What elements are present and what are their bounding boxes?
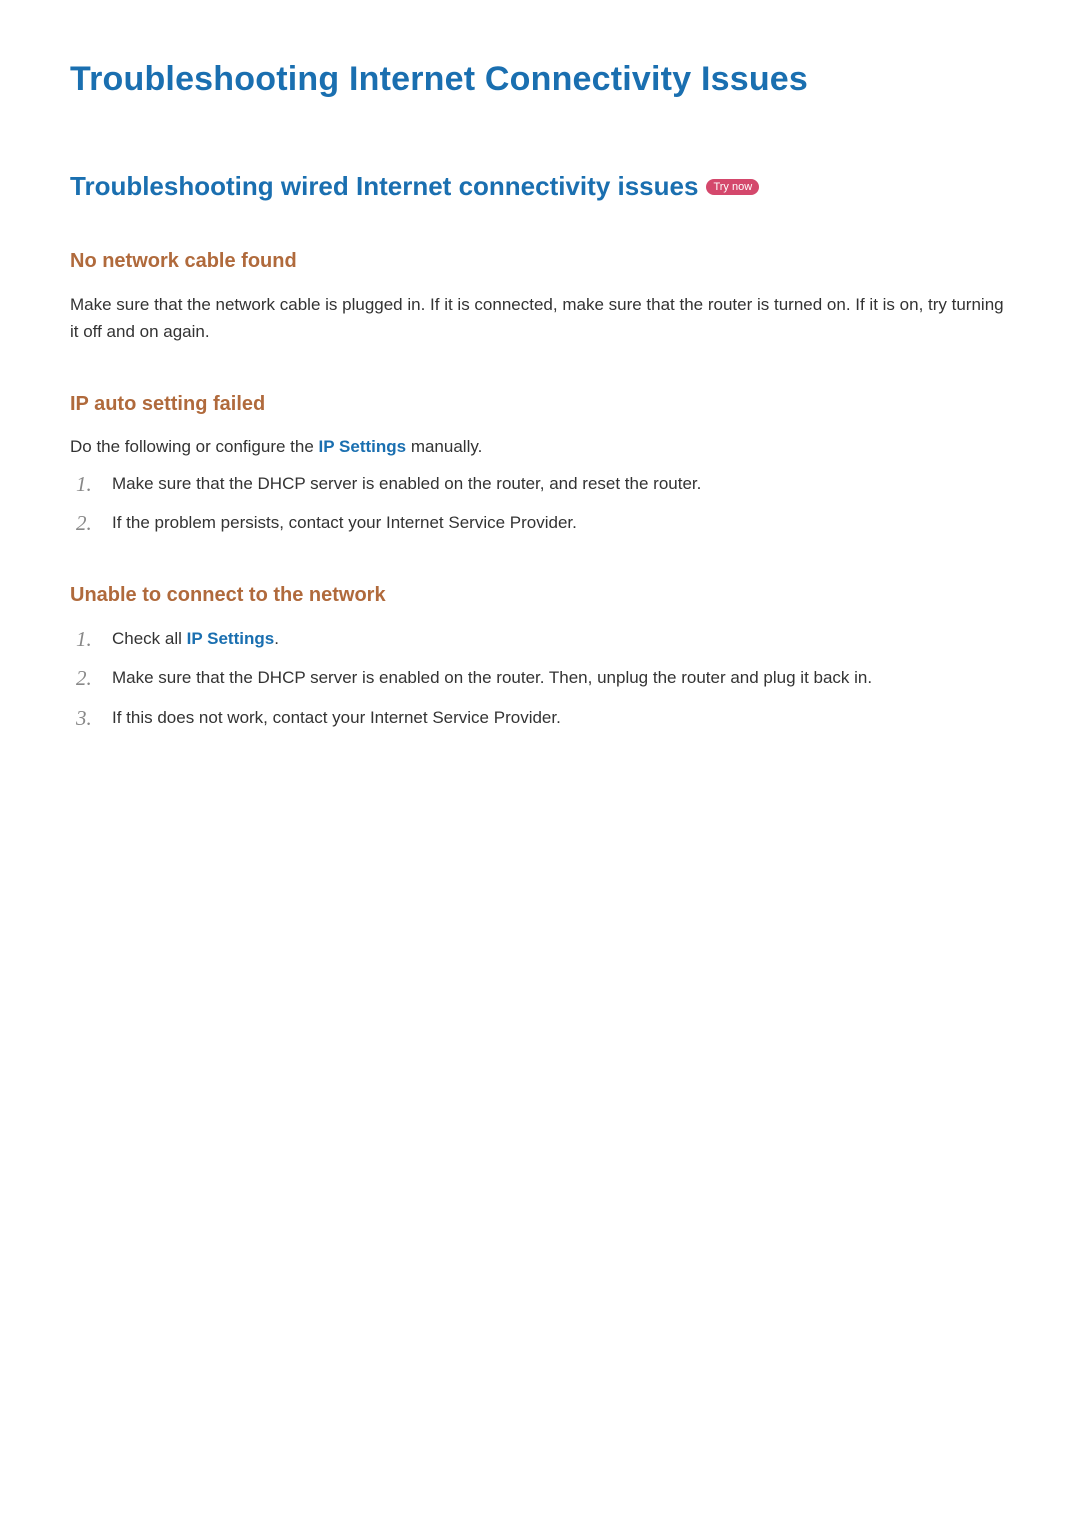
list-item: If the problem persists, contact your In… bbox=[76, 509, 1010, 536]
item1-post: . bbox=[274, 629, 279, 648]
list-item: Check all IP Settings. bbox=[76, 625, 1010, 652]
section-title-text: Troubleshooting wired Internet connectiv… bbox=[70, 171, 698, 202]
list-ip-auto: Make sure that the DHCP server is enable… bbox=[70, 470, 1010, 536]
block-ip-auto: IP auto setting failed Do the following … bbox=[70, 393, 1010, 536]
block-no-cable: No network cable found Make sure that th… bbox=[70, 250, 1010, 345]
intro-post: manually. bbox=[406, 437, 482, 456]
ip-settings-link[interactable]: IP Settings bbox=[187, 629, 275, 648]
body-text-no-cable: Make sure that the network cable is plug… bbox=[70, 291, 1010, 345]
list-item: Make sure that the DHCP server is enable… bbox=[76, 470, 1010, 497]
intro-pre: Do the following or configure the bbox=[70, 437, 319, 456]
block-unable-connect: Unable to connect to the network Check a… bbox=[70, 584, 1010, 731]
list-item: If this does not work, contact your Inte… bbox=[76, 704, 1010, 731]
ip-settings-link[interactable]: IP Settings bbox=[319, 437, 407, 456]
list-item: Make sure that the DHCP server is enable… bbox=[76, 664, 1010, 691]
sub-heading-ip-auto: IP auto setting failed bbox=[70, 393, 1010, 416]
sub-heading-unable-connect: Unable to connect to the network bbox=[70, 584, 1010, 607]
item1-pre: Check all bbox=[112, 629, 187, 648]
page-title: Troubleshooting Internet Connectivity Is… bbox=[70, 60, 1010, 99]
list-unable-connect: Check all IP Settings. Make sure that th… bbox=[70, 625, 1010, 731]
sub-heading-no-cable: No network cable found bbox=[70, 250, 1010, 273]
section-title-wired: Troubleshooting wired Internet connectiv… bbox=[70, 171, 1010, 202]
try-now-badge[interactable]: Try now bbox=[706, 179, 759, 195]
intro-text-ip-auto: Do the following or configure the IP Set… bbox=[70, 434, 1010, 460]
